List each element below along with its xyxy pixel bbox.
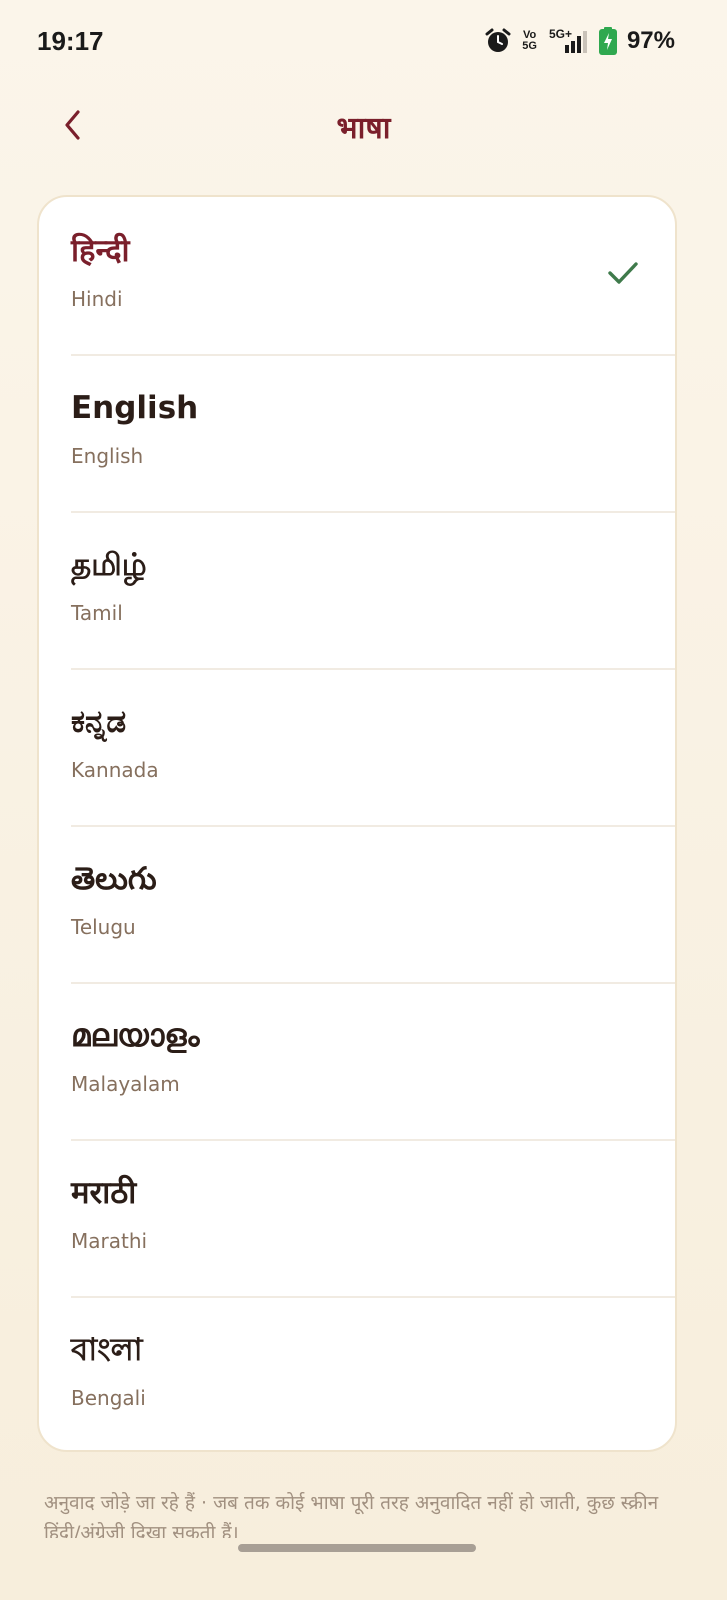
checkmark-icon bbox=[607, 260, 639, 290]
language-native-name: বাংলা bbox=[71, 1332, 143, 1368]
status-bar: 19:17 Vo 5G 5G+ 97% bbox=[0, 0, 727, 86]
language-option-tamil[interactable]: தமிழ் Tamil bbox=[39, 511, 675, 668]
battery-percentage: 97% bbox=[626, 27, 675, 54]
alarm-icon bbox=[484, 27, 512, 55]
language-list: हिन्दी Hindi English English தமிழ் Tamil… bbox=[37, 195, 677, 1452]
volte-icon: Vo 5G bbox=[522, 29, 537, 52]
language-native-name: తెలుగు bbox=[71, 861, 157, 897]
language-english-name: Tamil bbox=[71, 601, 123, 625]
language-english-name: Marathi bbox=[71, 1229, 148, 1253]
status-time: 19:17 bbox=[37, 26, 104, 56]
page-title: भाषा bbox=[336, 111, 391, 146]
language-native-name: ಕನ್ನಡ bbox=[71, 704, 127, 740]
network-type-label: 5G+ bbox=[549, 27, 572, 41]
language-english-name: Kannada bbox=[71, 758, 159, 782]
language-option-english[interactable]: English English bbox=[39, 354, 675, 511]
language-english-name: Telugu bbox=[71, 915, 136, 939]
language-native-name: हिन्दी bbox=[71, 233, 130, 269]
language-native-name: मराठी bbox=[71, 1175, 137, 1211]
language-option-hindi[interactable]: हिन्दी Hindi bbox=[39, 197, 675, 354]
language-english-name: English bbox=[71, 444, 144, 468]
language-english-name: Bengali bbox=[71, 1386, 146, 1410]
language-option-kannada[interactable]: ಕನ್ನಡ Kannada bbox=[39, 668, 675, 825]
language-native-name: മലയാളം bbox=[71, 1018, 200, 1054]
language-option-marathi[interactable]: मराठी Marathi bbox=[39, 1139, 675, 1296]
language-option-bengali[interactable]: বাংলা Bengali bbox=[39, 1296, 675, 1450]
home-indicator[interactable] bbox=[238, 1544, 476, 1552]
translation-note: अनुवाद जोड़े जा रहे हैं · जब तक कोई भाषा… bbox=[44, 1492, 659, 1538]
language-english-name: Malayalam bbox=[71, 1072, 180, 1096]
signal-icon: 5G+ bbox=[547, 27, 589, 55]
status-icons: Vo 5G 5G+ 97% bbox=[484, 26, 675, 56]
language-option-telugu[interactable]: తెలుగు Telugu bbox=[39, 825, 675, 982]
language-native-name: English bbox=[71, 390, 199, 426]
language-option-malayalam[interactable]: മലയാളം Malayalam bbox=[39, 982, 675, 1139]
battery-icon bbox=[598, 27, 617, 55]
top-app-bar: भाषा bbox=[0, 96, 727, 160]
language-native-name: தமிழ் bbox=[71, 547, 147, 583]
language-english-name: Hindi bbox=[71, 287, 123, 311]
